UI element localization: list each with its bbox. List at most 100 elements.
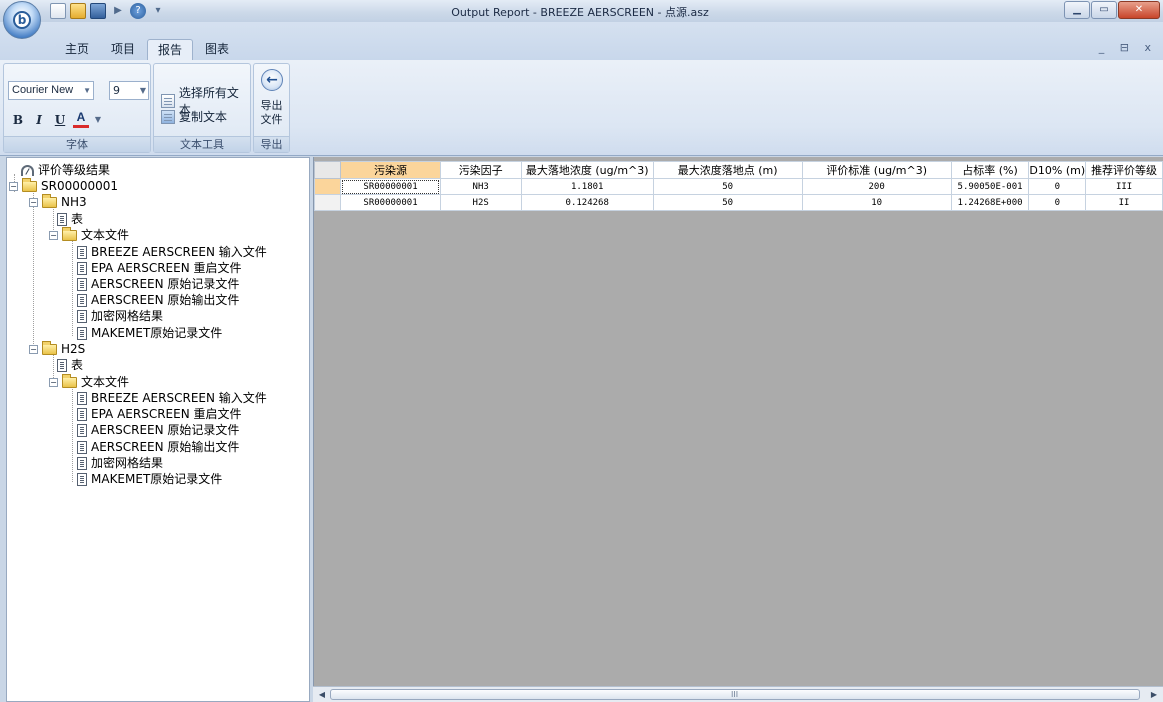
folder-icon <box>62 373 77 388</box>
table-cell[interactable]: 5.90050E-001 <box>950 178 1030 195</box>
tree-node-pollutant-nh3[interactable]: − NH3 <box>29 193 87 210</box>
breeze-logo-icon: b <box>13 11 31 29</box>
export-file-label: 导出 文件 <box>260 99 283 126</box>
table-row[interactable]: SR00000001 H2S 0.124268 50 10 1.24268E+0… <box>314 194 1163 211</box>
tree-node-label: 表 <box>71 358 84 372</box>
table-cell[interactable]: 200 <box>801 178 952 195</box>
tree-node-file[interactable]: BREEZE AERSCREEN 输入文件 <box>77 390 267 406</box>
tree-node-table[interactable]: 表 <box>57 211 83 227</box>
tree-node-file[interactable]: MAKEMET原始记录文件 <box>77 325 222 341</box>
copy-text-button[interactable]: 复制文本 <box>161 108 227 125</box>
document-icon <box>77 440 87 454</box>
table-cell[interactable]: III <box>1085 178 1163 195</box>
tab-home[interactable]: 主页 <box>55 39 99 60</box>
tree-node-file[interactable]: 加密网格结果 <box>77 308 163 324</box>
tree-node-pollutant-h2s[interactable]: − H2S <box>29 340 85 357</box>
save-icon[interactable] <box>90 3 106 19</box>
tree-connector <box>72 238 73 336</box>
table-cell[interactable]: 50 <box>652 178 803 195</box>
application-menu-button[interactable]: b <box>3 1 41 39</box>
tree-node-text-files[interactable]: − 文本文件 <box>49 226 130 243</box>
tab-chart[interactable]: 图表 <box>195 39 239 60</box>
font-size-select[interactable]: 9 ▼ <box>109 81 149 100</box>
column-header-max-concentration[interactable]: 最大落地浓度 (ug/m^3) <box>520 161 654 179</box>
table-cell[interactable]: 0 <box>1028 194 1087 211</box>
tree-node-file[interactable]: AERSCREEN 原始记录文件 <box>77 276 239 292</box>
open-folder-icon[interactable] <box>70 3 86 19</box>
export-group-label: 导出 <box>254 136 289 152</box>
table-cell[interactable]: 1.1801 <box>520 178 654 195</box>
collapse-icon[interactable]: − <box>9 181 18 191</box>
tree-node-file[interactable]: EPA AERSCREEN 重启文件 <box>77 260 242 276</box>
tree-node-file[interactable]: 加密网格结果 <box>77 455 163 471</box>
row-header[interactable] <box>314 194 342 211</box>
tree-node-source[interactable]: − SR00000001 <box>9 177 118 194</box>
table-cell[interactable]: 50 <box>652 194 803 211</box>
table-cell[interactable]: II <box>1085 194 1163 211</box>
italic-button[interactable]: I <box>31 112 47 128</box>
tree-node-file[interactable]: AERSCREEN 原始记录文件 <box>77 422 239 438</box>
tree-node-text-files[interactable]: − 文本文件 <box>49 373 129 390</box>
underline-button[interactable]: U <box>52 112 68 128</box>
tree-node-file[interactable]: BREEZE AERSCREEN 输入文件 <box>77 244 267 260</box>
font-group: Courier New ▼ 9 ▼ B I U A ▼ 字体 <box>3 63 151 153</box>
text-tools-group: 选择所有文本 复制文本 文本工具 <box>153 63 251 153</box>
collapse-icon[interactable]: − <box>29 344 38 354</box>
chevron-down-icon: ▼ <box>139 86 146 95</box>
table-cell[interactable]: 1.24268E+000 <box>950 194 1030 211</box>
font-color-dropdown-icon[interactable]: ▼ <box>94 112 102 128</box>
font-color-button[interactable]: A <box>73 111 89 128</box>
tree-node-rating-results[interactable]: 评价等级结果 <box>21 162 110 178</box>
collapse-icon[interactable]: − <box>29 197 38 207</box>
tree-node-file[interactable]: MAKEMET原始记录文件 <box>77 471 222 487</box>
qat-forward-arrow-icon[interactable]: ▶ <box>110 3 126 19</box>
tree-node-table[interactable]: 表 <box>57 357 83 373</box>
horizontal-scrollbar[interactable]: ◀ III ▶ <box>313 686 1163 702</box>
table-cell[interactable]: SR00000001 <box>340 178 441 195</box>
table-cell[interactable]: H2S <box>439 194 522 211</box>
column-header-pollutant[interactable]: 污染因子 <box>439 161 522 179</box>
column-header-source[interactable]: 污染源 <box>340 161 441 179</box>
column-header-max-distance[interactable]: 最大浓度落地点 (m) <box>652 161 803 179</box>
column-header-level[interactable]: 推荐评价等级 <box>1085 161 1163 179</box>
tab-report[interactable]: 报告 <box>147 39 194 60</box>
tree-node-file[interactable]: AERSCREEN 原始输出文件 <box>77 439 239 455</box>
column-header-standard[interactable]: 评价标准 (ug/m^3) <box>801 161 952 179</box>
minimize-button[interactable]: ▁ <box>1064 1 1090 19</box>
row-header[interactable] <box>314 178 342 195</box>
scroll-left-icon[interactable]: ◀ <box>315 687 329 702</box>
qat-customize-chevron-icon[interactable]: ▾ <box>150 3 166 19</box>
tab-project[interactable]: 项目 <box>101 39 145 60</box>
font-name-value: Courier New <box>12 84 74 96</box>
table-cell[interactable]: 10 <box>801 194 952 211</box>
font-size-value: 9 <box>113 84 120 97</box>
scroll-right-icon[interactable]: ▶ <box>1147 687 1161 702</box>
table-cell[interactable]: NH3 <box>439 178 522 195</box>
font-name-select[interactable]: Courier New ▼ <box>8 81 94 100</box>
maximize-button[interactable]: ▭ <box>1091 1 1117 19</box>
select-all-corner[interactable] <box>314 161 342 179</box>
help-icon[interactable]: ? <box>130 3 146 19</box>
table-cell[interactable]: 0 <box>1028 178 1087 195</box>
table-cell[interactable]: 0.124268 <box>520 194 654 211</box>
folder-icon <box>22 177 37 192</box>
new-file-icon[interactable] <box>50 3 66 19</box>
app-window: ▶ ? ▾ Output Report - BREEZE AERSCREEN -… <box>0 0 1163 702</box>
mdi-window-controls[interactable]: _ ⊟ x <box>1099 41 1157 54</box>
scrollbar-thumb[interactable]: III <box>330 689 1140 700</box>
tree-node-label: 表 <box>71 212 84 226</box>
tree-node-label: 文本文件 <box>81 228 130 242</box>
tree-connector <box>33 190 34 352</box>
bold-button[interactable]: B <box>10 112 26 128</box>
table-cell[interactable]: SR00000001 <box>340 194 441 211</box>
tree-node-file[interactable]: EPA AERSCREEN 重启文件 <box>77 406 242 422</box>
column-header-d10[interactable]: D10% (m) <box>1028 161 1087 179</box>
tree-node-file[interactable]: AERSCREEN 原始输出文件 <box>77 292 239 308</box>
collapse-icon[interactable]: − <box>49 230 58 240</box>
column-header-percent[interactable]: 占标率 (%) <box>950 161 1030 179</box>
ribbon-tab-row: 主页 项目 报告 图表 _ ⊟ x <box>0 22 1163 60</box>
collapse-icon[interactable]: − <box>49 377 58 387</box>
close-button[interactable]: ✕ <box>1118 1 1160 19</box>
table-row[interactable]: SR00000001 NH3 1.1801 50 200 5.90050E-00… <box>314 178 1163 195</box>
export-file-button[interactable]: ← 导出 文件 <box>254 64 289 134</box>
